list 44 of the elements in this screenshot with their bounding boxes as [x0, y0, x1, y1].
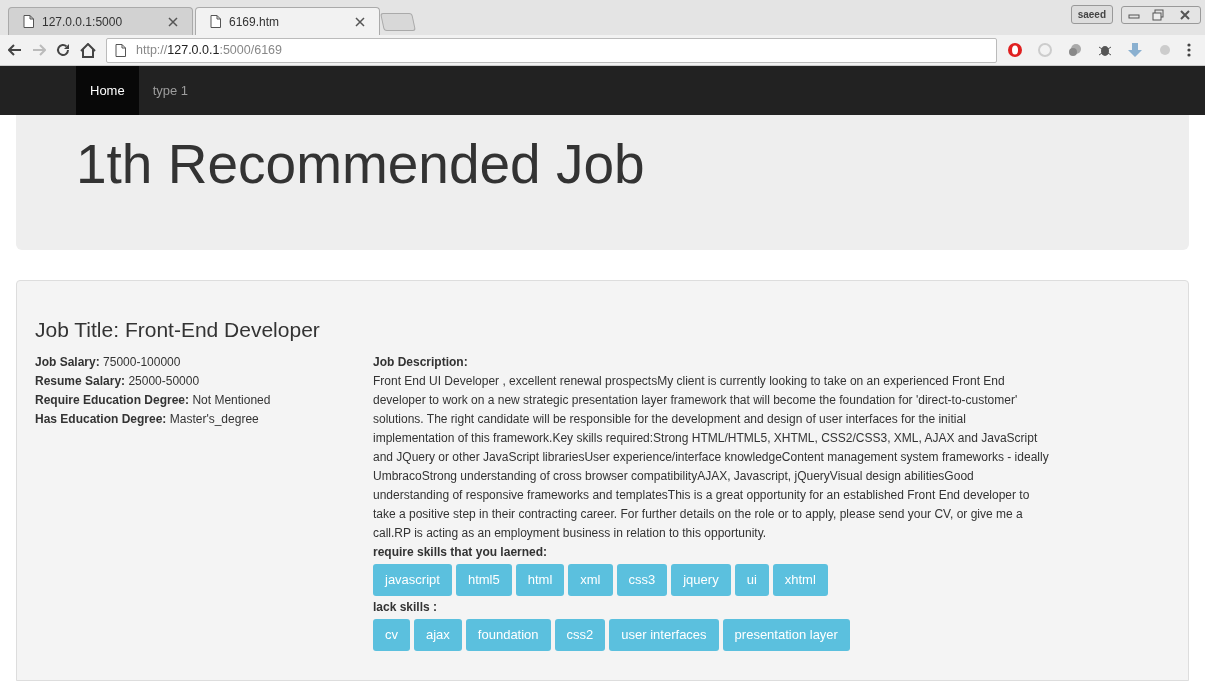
skill-tag: html5: [455, 564, 512, 596]
skill-tag: html: [515, 564, 565, 596]
nav-link[interactable]: Home: [76, 66, 139, 115]
skill-tag: xhtml: [772, 564, 828, 596]
job-fact: Job Salary: 75000-100000: [35, 354, 182, 371]
learned-skills-label: require skills that you laerned:: [373, 544, 549, 561]
skill-tag: cv: [373, 619, 410, 651]
skill-tag: ui: [734, 564, 769, 596]
job-fact: Has Education Degree: Master's_degree: [35, 411, 260, 428]
job-title: Job Title: Front-End Developer: [35, 317, 321, 343]
job-fact: Require Education Degree: Not Mentioned: [35, 392, 272, 409]
skill-tag: css2: [554, 619, 606, 651]
menu-icon[interactable]: [1187, 43, 1191, 57]
description-label: Job Description:: [373, 354, 469, 371]
address-bar[interactable]: http://127.0.0.1:5000/6169: [106, 37, 997, 63]
tab-title: 6169.htm: [229, 13, 281, 31]
skill-tag: foundation: [465, 619, 551, 651]
skill-tag: xml: [568, 564, 613, 596]
browser-tab[interactable]: 127.0.0.1:5000: [8, 7, 193, 35]
close-icon[interactable]: [168, 16, 178, 27]
reload-icon[interactable]: [56, 43, 70, 57]
page-heading: 1th Recommended Job: [76, 132, 646, 197]
back-icon[interactable]: [8, 44, 22, 56]
user-badge: saeed: [1070, 5, 1113, 24]
skill-tag: presentation layer: [722, 619, 850, 651]
job-fact: Resume Salary: 25000-50000: [35, 373, 201, 390]
skill-tag: css3: [616, 564, 668, 596]
page-icon: [23, 15, 34, 28]
extension-icon[interactable]: [1067, 42, 1083, 58]
page-icon: [115, 43, 126, 57]
skill-tag: user interfaces: [609, 619, 719, 651]
skill-tag: ajax: [414, 619, 462, 651]
stop-sign-icon[interactable]: [1007, 42, 1023, 58]
lack-skills-label: lack skills :: [373, 599, 439, 616]
browser-tab[interactable]: 6169.htm: [195, 7, 380, 35]
url-text: http://127.0.0.1:5000/6169: [136, 41, 282, 59]
job-description: Front End UI Developer , excellent renewal prospectsMy client is currently looking to take on an experienced Front End developer to work on a new strategic presentation layer framework that will become the foundation for 'direct-to-customer' solutions. The right candidate will be responsible for the development and design of user interfaces for the initial implementation of this framework.Key skills required:Strong HTML/HTML5, XHTML, CSS2/CSS3, XML, AJAX and JavaScript and JQuery or other JavaScript librariesUser experience/interface knowledgeContent management system frameworks - ideally UmbracoStrong understanding of cross browser compatibilityAJAX, Javascript, jQueryVisual design abilitiesGood understanding of responsive frameworks and templatesThis is a great opportunity for an established Front End developer to take a positive step in their contracting career. For further details on the role or to apply, please send your CV, or give me a call.RP is acting as an employment business in relation to this opportunity.: [373, 373, 1049, 542]
page-icon: [210, 15, 221, 28]
skill-tag: jquery: [671, 564, 731, 596]
tab-title: 127.0.0.1:5000: [42, 13, 124, 31]
nav-link[interactable]: type 1: [138, 66, 203, 115]
skill-tag: javascript: [373, 564, 452, 596]
home-icon[interactable]: [80, 42, 96, 58]
close-icon[interactable]: [355, 16, 365, 27]
